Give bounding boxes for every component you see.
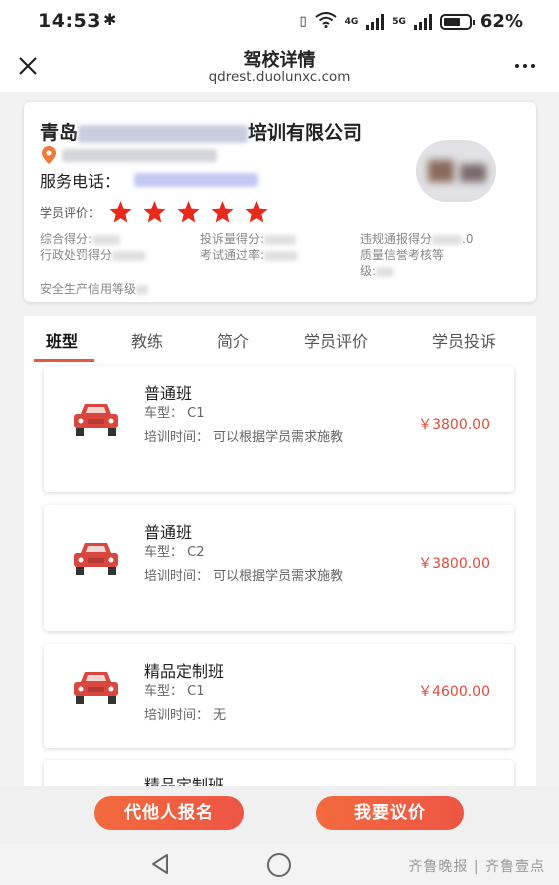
- rating-stars: [108, 200, 269, 224]
- bottom-action-bar: 代他人报名 我要议价: [0, 786, 559, 844]
- course-card[interactable]: 精品定制班: [44, 760, 514, 786]
- course-car-type: 车型： C2: [144, 545, 205, 560]
- status-bar: 14:53 ✱ ▯ 4G 5G 62%: [0, 0, 559, 44]
- course-card[interactable]: 普通班 车型： C2 培训时间： 可以根据学员需求施教 ￥3800.00: [44, 505, 514, 631]
- stat-penalty: 行政处罚得分: [40, 246, 147, 263]
- negotiate-price-button[interactable]: 我要议价: [316, 796, 464, 830]
- school-name-prefix: 青岛: [40, 122, 79, 144]
- tab-coach[interactable]: 教练: [131, 328, 163, 352]
- bluetooth-icon: ✱: [103, 10, 117, 29]
- school-info-card: 青岛 培训有限公司 服务电话： 学员评价： 综合得分: 投诉量得分: 违规通报得分…: [24, 102, 536, 302]
- location-pin-icon: [42, 146, 56, 164]
- tab-intro[interactable]: 简介: [217, 328, 249, 352]
- course-car-type: 车型： C1: [144, 406, 205, 421]
- stat-overall: 综合得分:: [40, 230, 121, 247]
- course-price: ￥3800.00: [418, 556, 490, 572]
- course-car-type: 车型： C1: [144, 684, 205, 699]
- course-training-time: 培训时间： 可以根据学员需求施教: [144, 569, 344, 584]
- stat-quality: 质量信誉考核等: [360, 248, 445, 262]
- star-icon: [177, 201, 200, 223]
- star-icon: [211, 201, 234, 223]
- register-for-other-button[interactable]: 代他人报名: [94, 796, 244, 830]
- home-icon[interactable]: [267, 853, 291, 877]
- course-card[interactable]: 普通班 车型： C1 培训时间： 可以根据学员需求施教 ￥3800.00: [44, 366, 514, 492]
- stat-pass-rate: 考试通过率:: [200, 246, 299, 263]
- status-time: 14:53: [38, 10, 101, 32]
- stat-violation: 违规通报得分 .0: [360, 232, 474, 246]
- course-name: 精品定制班: [144, 776, 225, 786]
- course-card[interactable]: 精品定制班 车型： C1 培训时间： 无 ￥4600.00: [44, 644, 514, 748]
- car-icon: [74, 404, 118, 436]
- course-name: 普通班: [144, 523, 193, 542]
- tab-student-complaint[interactable]: 学员投诉: [432, 328, 496, 352]
- course-price: ￥4600.00: [418, 684, 490, 700]
- phone-row: 服务电话：: [40, 168, 259, 192]
- more-icon[interactable]: [515, 64, 535, 68]
- battery-percent: 62%: [479, 11, 523, 32]
- stat-complaint: 投诉量得分:: [200, 230, 297, 247]
- rating-label: 学员评价：: [40, 205, 101, 220]
- course-training-time: 培训时间： 可以根据学员需求施教: [144, 430, 344, 445]
- signal-icon: [366, 13, 385, 30]
- star-icon: [245, 201, 268, 223]
- rating-row: 学员评价：: [40, 200, 269, 224]
- stat-quality-level: 级:: [360, 262, 395, 279]
- back-icon[interactable]: [149, 853, 171, 875]
- status-icons: ▯ 4G 5G 62%: [299, 11, 523, 32]
- vibrate-icon: ▯: [299, 14, 307, 29]
- course-price: ￥3800.00: [418, 417, 490, 433]
- signal-icon-2: [413, 13, 432, 30]
- network-4g-label: 4G: [344, 16, 359, 27]
- course-name: 普通班: [144, 384, 193, 403]
- car-icon: [74, 672, 118, 704]
- car-icon: [74, 543, 118, 575]
- system-nav-bar: 齐鲁晚报 | 齐鲁壹点: [0, 844, 559, 885]
- network-5g-label: 5G: [392, 16, 406, 27]
- phone-number[interactable]: [134, 173, 259, 187]
- school-address[interactable]: [42, 146, 217, 164]
- redacted-address: [62, 148, 217, 162]
- tab-student-review[interactable]: 学员评价: [304, 328, 368, 352]
- battery-icon: [439, 13, 475, 30]
- course-name: 精品定制班: [144, 662, 225, 681]
- wifi-icon: [314, 11, 337, 32]
- school-avatar: [416, 140, 496, 202]
- phone-label: 服务电话：: [40, 172, 121, 191]
- school-name-suffix: 培训有限公司: [248, 122, 363, 144]
- star-icon: [109, 201, 132, 223]
- tab-class-type[interactable]: 班型: [46, 328, 78, 352]
- stat-safety: 安全生产信用等级: [40, 280, 149, 297]
- tab-active-indicator: [34, 359, 94, 362]
- redacted-text: [78, 124, 249, 143]
- school-name: 青岛 培训有限公司: [40, 118, 362, 145]
- course-training-time: 培训时间： 无: [144, 708, 227, 723]
- star-icon: [143, 201, 166, 223]
- watermark: 齐鲁晚报 | 齐鲁壹点: [408, 859, 545, 875]
- title-bar: 驾校详情 qdrest.duolunxc.com: [0, 44, 559, 92]
- course-panel: 班型 教练 简介 学员评价 学员投诉 普通班 车型： C1 培训时间： 可以根据…: [24, 316, 536, 786]
- page-url: qdrest.duolunxc.com: [208, 69, 351, 85]
